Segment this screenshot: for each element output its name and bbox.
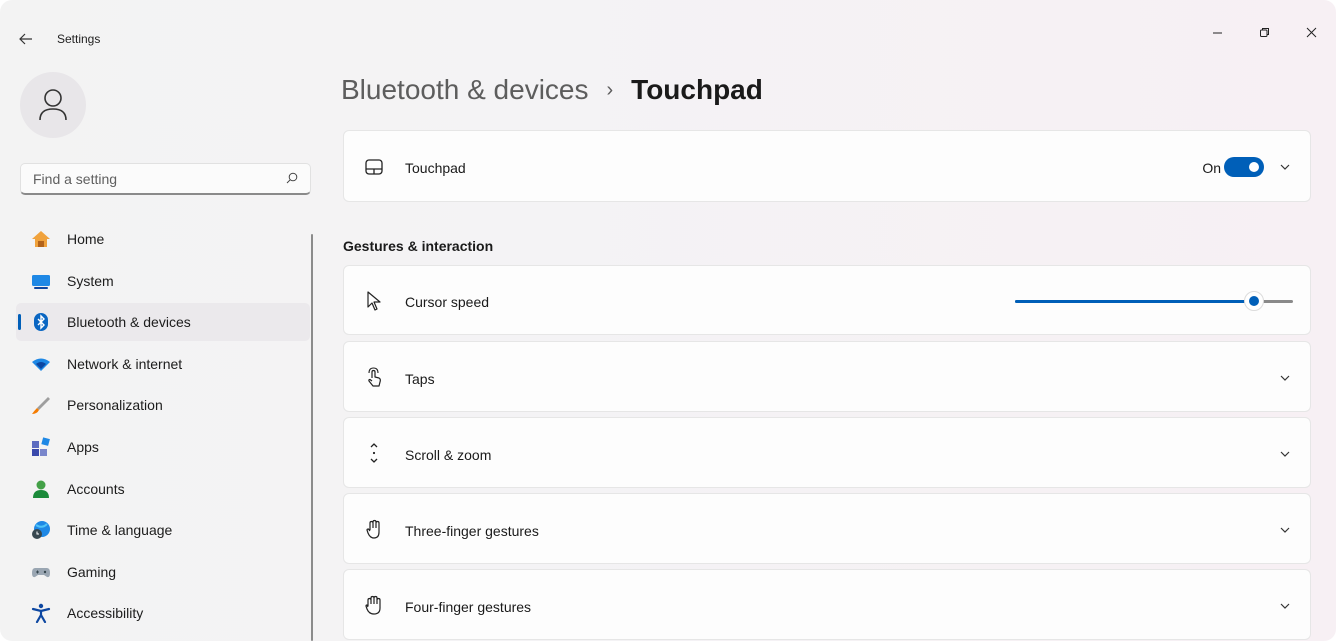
cursor-icon: [364, 291, 384, 311]
sidebar-item-label: Personalization: [67, 397, 163, 414]
tap-icon: [364, 367, 384, 387]
sidebar-item-label: Gaming: [67, 563, 117, 580]
touchpad-card[interactable]: Touchpad On: [343, 130, 1311, 202]
four-finger-icon: [364, 595, 384, 615]
sidebar-item-accounts[interactable]: Accounts: [16, 470, 310, 508]
search-input[interactable]: [21, 164, 276, 194]
toggle-state-label: On: [1202, 160, 1221, 176]
touchpad-icon: [364, 157, 384, 177]
sidebar-item-network[interactable]: Network & internet: [16, 345, 310, 383]
four-finger-label: Four-finger gestures: [405, 599, 532, 615]
sidebar-item-accessibility[interactable]: Accessibility: [16, 594, 310, 632]
sidebar-item-home[interactable]: Home: [16, 220, 310, 258]
cursor-speed-slider[interactable]: [1015, 291, 1293, 311]
chevron-down-icon[interactable]: [1278, 523, 1292, 537]
sidebar-item-system[interactable]: System: [16, 262, 310, 300]
chevron-down-icon[interactable]: [1278, 371, 1292, 385]
apps-icon: [31, 437, 51, 457]
arrow-left-icon: [19, 33, 32, 45]
three-finger-label: Three-finger gestures: [405, 523, 539, 539]
back-button[interactable]: [14, 28, 38, 50]
minimize-icon: [1212, 32, 1222, 33]
home-icon: [31, 229, 51, 249]
taps-label: Taps: [405, 371, 435, 387]
four-finger-card[interactable]: Four-finger gestures: [343, 569, 1311, 640]
sidebar-item-bluetooth-devices[interactable]: Bluetooth & devices: [16, 303, 310, 342]
brush-icon: [31, 395, 51, 415]
three-finger-card[interactable]: Three-finger gestures: [343, 493, 1311, 564]
section-heading: Gestures & interaction: [343, 238, 494, 254]
chevron-down-icon[interactable]: [1278, 599, 1292, 613]
sidebar-scrollbar[interactable]: [311, 234, 313, 641]
active-indicator: [18, 314, 21, 331]
touchpad-toggle[interactable]: [1224, 157, 1264, 177]
breadcrumb-parent[interactable]: Bluetooth & devices: [341, 74, 589, 106]
sidebar-nav: Home System Bluetooth & devices Network …: [16, 220, 310, 636]
sidebar-item-gaming[interactable]: Gaming: [16, 553, 310, 591]
app-title: Settings: [57, 32, 101, 46]
sidebar-item-apps[interactable]: Apps: [16, 428, 310, 466]
accessibility-icon: [31, 603, 51, 624]
slider-fill: [1015, 300, 1255, 303]
sidebar-item-label: System: [67, 272, 114, 289]
breadcrumb: Bluetooth & devices › Touchpad: [341, 74, 763, 106]
scroll-zoom-card[interactable]: Scroll & zoom: [343, 417, 1311, 488]
sidebar-item-label: Time & language: [67, 522, 173, 539]
page-title: Touchpad: [631, 74, 763, 105]
cursor-speed-label: Cursor speed: [405, 294, 490, 310]
sidebar-item-label: Apps: [67, 438, 99, 455]
sidebar-item-label: Accounts: [67, 480, 125, 497]
chevron-down-icon[interactable]: [1278, 160, 1292, 174]
bluetooth-icon: [31, 312, 51, 332]
gamepad-icon: [31, 562, 51, 582]
sidebar-item-label: Home: [67, 231, 105, 247]
sidebar-item-label: Accessibility: [67, 605, 144, 622]
close-button[interactable]: [1288, 18, 1334, 46]
globe-clock-icon: [31, 520, 51, 540]
scroll-zoom-label: Scroll & zoom: [405, 447, 492, 463]
cursor-speed-card: Cursor speed: [343, 265, 1311, 335]
breadcrumb-separator: ›: [606, 78, 614, 101]
accounts-icon: [31, 479, 51, 499]
user-avatar[interactable]: [20, 72, 86, 138]
search-box: [20, 163, 311, 195]
three-finger-icon: [364, 519, 384, 539]
restore-icon: [1259, 27, 1269, 37]
title-bar: Settings: [0, 0, 1336, 46]
sidebar-item-label: Bluetooth & devices: [67, 314, 191, 331]
chevron-down-icon[interactable]: [1278, 447, 1292, 461]
sidebar-item-time-language[interactable]: Time & language: [16, 511, 310, 549]
wifi-icon: [31, 354, 51, 374]
slider-thumb[interactable]: [1244, 291, 1265, 311]
scroll-icon: [364, 443, 384, 463]
search-icon[interactable]: [286, 172, 298, 184]
taps-card[interactable]: Taps: [343, 341, 1311, 412]
minimize-button[interactable]: [1194, 18, 1240, 46]
toggle-knob: [1249, 162, 1259, 172]
close-icon: [1306, 27, 1316, 37]
sidebar-item-personalization[interactable]: Personalization: [16, 386, 310, 424]
sidebar-item-label: Network & internet: [67, 355, 183, 372]
system-icon: [31, 271, 51, 291]
settings-window: Settings Home System Bluetooth & devices: [0, 0, 1336, 641]
person-icon: [39, 89, 67, 121]
touchpad-label: Touchpad: [405, 160, 466, 176]
maximize-button[interactable]: [1241, 18, 1287, 46]
